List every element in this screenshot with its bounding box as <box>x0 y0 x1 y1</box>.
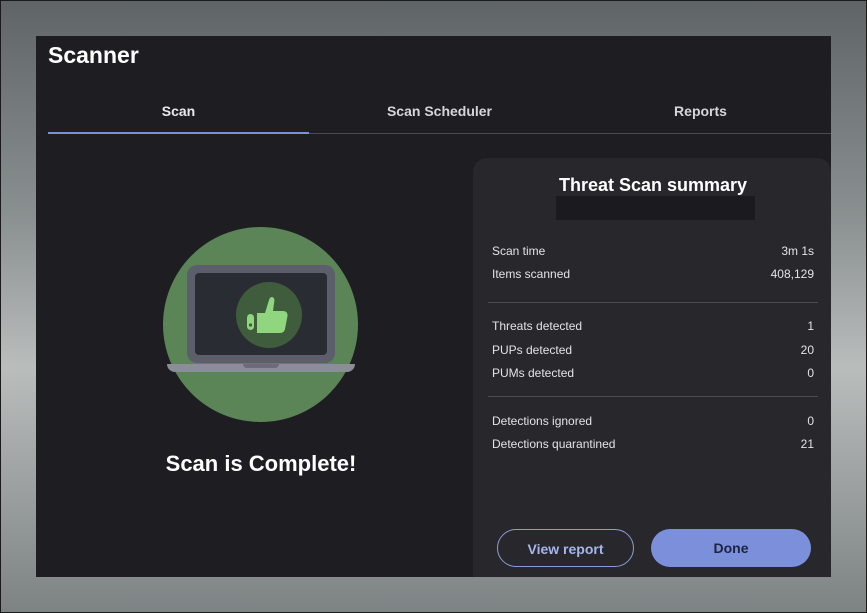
divider <box>488 302 818 303</box>
row-value: 0 <box>807 414 814 428</box>
row-value: 1 <box>807 319 814 333</box>
page-title: Scanner <box>48 42 139 68</box>
thumbs-up-icon <box>236 282 302 348</box>
summary-row-items-scanned: Items scanned 408,129 <box>492 267 814 287</box>
summary-row-threats: Threats detected 1 <box>492 319 814 339</box>
divider <box>488 396 818 397</box>
row-value: 408,129 <box>770 267 814 281</box>
laptop-notch <box>243 364 279 368</box>
summary-row-pums: PUMs detected 0 <box>492 366 814 386</box>
row-value: 21 <box>800 437 814 451</box>
summary-row-pups: PUPs detected 20 <box>492 343 814 363</box>
scanner-window: Scanner Scan Scan Scheduler Reports Scan… <box>36 36 831 577</box>
row-value: 3m 1s <box>781 244 814 258</box>
tab-scan-scheduler[interactable]: Scan Scheduler <box>309 96 570 133</box>
row-label: Detections ignored <box>492 414 593 428</box>
view-report-button[interactable]: View report <box>497 529 634 567</box>
tab-reports[interactable]: Reports <box>570 96 831 133</box>
redacted-block <box>556 196 755 220</box>
row-label: Scan time <box>492 244 546 258</box>
laptop-icon <box>187 265 335 363</box>
summary-title: Threat Scan summary <box>558 175 748 195</box>
row-label: Threats detected <box>492 319 583 333</box>
row-label: Detections quarantined <box>492 437 616 451</box>
tab-scan[interactable]: Scan <box>48 96 309 134</box>
row-label: PUPs detected <box>492 343 573 357</box>
scan-status-panel: Scan is Complete! <box>36 136 481 577</box>
summary-row-scan-time: Scan time 3m 1s <box>492 244 814 264</box>
summary-row-quarantined: Detections quarantined 21 <box>492 437 814 457</box>
threat-scan-summary-card: Threat Scan summary Scan time 3m 1s Item… <box>473 158 831 577</box>
done-button[interactable]: Done <box>651 529 811 567</box>
row-value: 0 <box>807 366 814 380</box>
scan-complete-message: Scan is Complete! <box>165 451 357 476</box>
summary-row-ignored: Detections ignored 0 <box>492 414 814 434</box>
row-label: Items scanned <box>492 267 571 281</box>
row-value: 20 <box>800 343 814 357</box>
row-label: PUMs detected <box>492 366 575 380</box>
tab-bar: Scan Scan Scheduler Reports <box>48 96 831 134</box>
scan-complete-illustration <box>163 227 358 422</box>
